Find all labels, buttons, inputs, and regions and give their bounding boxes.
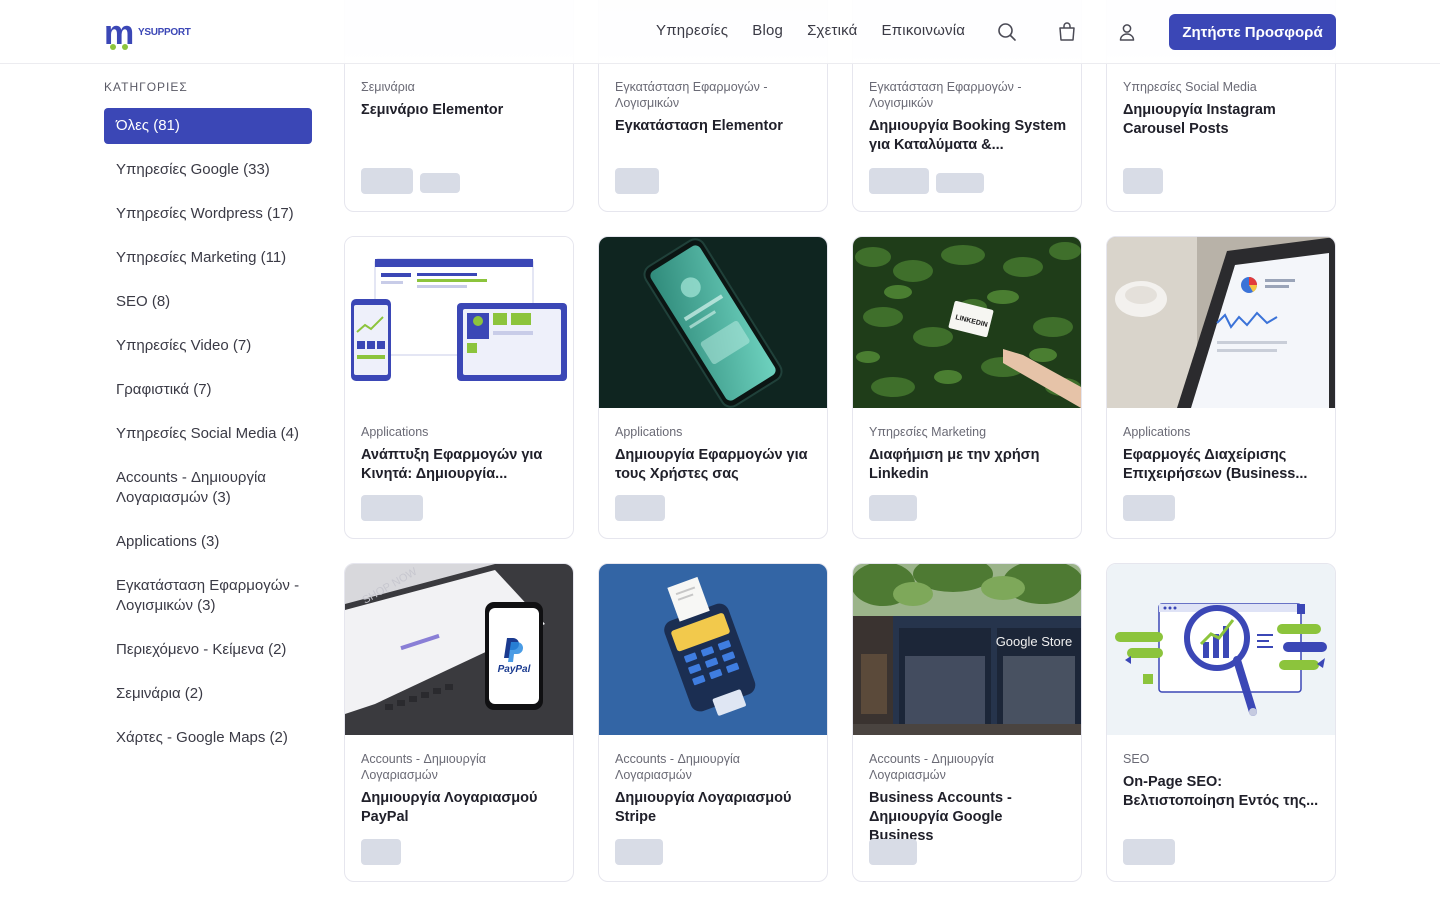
product-title[interactable]: Business Accounts - Δημιουργία Google Bu… (869, 789, 1069, 846)
nav-item-blog[interactable]: Blog (752, 22, 783, 39)
product-card[interactable]: Applications Ανάπτυξη Εφαρμογών για Κινη… (344, 236, 574, 539)
logo-text: YSUPPORT (138, 27, 191, 38)
product-category: Εγκατάσταση Εφαρμογών - Λογισμικών (869, 80, 1022, 110)
category-item[interactable]: Υπηρεσίες Video (7) (104, 336, 312, 356)
category-item[interactable]: Υπηρεσίες Social Media (4) (104, 424, 312, 444)
search-icon[interactable] (995, 20, 1019, 44)
category-item[interactable]: Εγκατάσταση Εφαρμογών - Λογισμικών (3) (104, 576, 312, 616)
product-title[interactable]: Ανάπτυξη Εφαρμογών για Κινητά: Δημιουργί… (361, 446, 561, 484)
logo[interactable]: m YSUPPORT (104, 14, 191, 52)
price-placeholder (361, 839, 401, 865)
product-image: SHOP NOW PayPal (345, 564, 573, 735)
price-placeholder (615, 495, 665, 521)
nav-item-contact[interactable]: Επικοινωνία (882, 22, 966, 39)
category-sidebar: ΚΑΤΗΓΟΡΙΕΣ Όλες (81) Υπηρεσίες Google (3… (104, 80, 312, 748)
product-image (1107, 237, 1335, 408)
product-category: Accounts - Δημιουργία Λογαριασμών (361, 752, 486, 782)
price-placeholder (361, 495, 423, 521)
product-card[interactable]: SHOP NOW PayPal Accounts - Δημιουργία Λο… (344, 563, 574, 882)
price-placeholder (869, 495, 917, 521)
logo-mark: m (104, 14, 134, 52)
site-header: m YSUPPORT Υπηρεσίες Blog Σχετικά Επικοι… (0, 0, 1440, 64)
product-category: Υπηρεσίες Marketing (869, 425, 987, 439)
category-item[interactable]: Applications (3) (104, 532, 312, 552)
product-image: Google Store (853, 564, 1081, 735)
google-store-sign: Google Store (996, 634, 1073, 649)
category-item[interactable]: Υπηρεσίες Marketing (11) (104, 248, 312, 268)
product-title[interactable]: Δημιουργία Booking System για Καταλύματα… (869, 117, 1069, 155)
product-category: Accounts - Δημιουργία Λογαριασμών (615, 752, 740, 782)
product-category: Applications (615, 425, 683, 439)
product-card[interactable]: Google Store Accounts - Δημιουργία Λογαρ… (852, 563, 1082, 882)
nav-item-services[interactable]: Υπηρεσίες (656, 22, 728, 39)
product-image: LINKEDIN (853, 237, 1081, 408)
product-card[interactable]: LINKEDIN Υπηρεσίες Marketing Διαφήμιση μ… (852, 236, 1082, 539)
category-item[interactable]: Υπηρεσίες Google (33) (104, 160, 312, 180)
shopping-bag-icon[interactable] (1055, 20, 1079, 44)
category-item[interactable]: Γραφιστικά (7) (104, 380, 312, 400)
category-item[interactable]: SEO (8) (104, 292, 312, 312)
sidebar-title: ΚΑΤΗΓΟΡΙΕΣ (104, 80, 188, 94)
category-item[interactable]: Σεμινάρια (2) (104, 684, 312, 704)
product-image (345, 237, 573, 408)
product-image (1107, 564, 1335, 735)
product-category: Υπηρεσίες Social Media (1123, 80, 1257, 94)
product-title[interactable]: Δημιουργία Εφαρμογών για τους Χρήστες σα… (615, 446, 815, 484)
product-title[interactable]: Δημιουργία Λογαριασμού PayPal (361, 789, 561, 827)
product-image (599, 564, 827, 735)
product-title[interactable]: Εφαρμογές Διαχείρισης Επιχειρήσεων (Busi… (1123, 446, 1323, 484)
product-category: Applications (361, 425, 429, 439)
category-item-all[interactable]: Όλες (81) (104, 108, 312, 144)
price-placeholder (1123, 495, 1175, 521)
product-category: Σεμινάρια (361, 80, 415, 94)
price-placeholder (361, 168, 413, 194)
product-title[interactable]: Σεμινάριο Elementor (361, 101, 561, 120)
product-title[interactable]: On-Page SEO: Βελτιστοποίηση Εντός της... (1123, 773, 1323, 811)
price-placeholder (615, 168, 659, 194)
product-title[interactable]: Δημιουργία Λογαριασμού Stripe (615, 789, 815, 827)
product-category: Accounts - Δημιουργία Λογαριασμών (869, 752, 994, 782)
category-item[interactable]: Χάρτες - Google Maps (2) (104, 728, 312, 748)
category-item[interactable]: Υπηρεσίες Wordpress (17) (104, 204, 312, 224)
paypal-logo-text: PayPal (498, 664, 531, 675)
product-title[interactable]: Εγκατάσταση Elementor (615, 117, 815, 136)
price-placeholder (1123, 168, 1163, 194)
main-nav: Υπηρεσίες Blog Σχετικά Επικοινωνία (656, 22, 965, 39)
product-card[interactable]: SEO On-Page SEO: Βελτιστοποίηση Εντός τη… (1106, 563, 1336, 882)
price-placeholder (1123, 839, 1175, 865)
price-placeholder (869, 839, 917, 865)
product-category: Applications (1123, 425, 1191, 439)
price-placeholder (936, 173, 984, 193)
price-placeholder (615, 839, 663, 865)
category-item[interactable]: Accounts - Δημιουργία Λογαριασμών (3) (104, 468, 312, 508)
product-title[interactable]: Δημιουργία Instagram Carousel Posts (1123, 101, 1323, 139)
product-category: SEO (1123, 752, 1150, 766)
nav-item-about[interactable]: Σχετικά (807, 22, 857, 39)
product-card[interactable]: Applications Δημιουργία Εφαρμογών για το… (598, 236, 828, 539)
user-icon[interactable] (1115, 20, 1139, 44)
product-card[interactable]: Accounts - Δημιουργία Λογαριασμών Δημιου… (598, 563, 828, 882)
product-category: Εγκατάσταση Εφαρμογών - Λογισμικών (615, 80, 768, 110)
product-title[interactable]: Διαφήμιση με την χρήση Linkedin (869, 446, 1069, 484)
product-image (599, 237, 827, 408)
request-quote-button[interactable]: Ζητήστε Προσφορά (1169, 14, 1336, 50)
product-card[interactable]: Applications Εφαρμογές Διαχείρισης Επιχε… (1106, 236, 1336, 539)
category-item[interactable]: Περιεχόμενο - Κείμενα (2) (104, 640, 312, 660)
price-placeholder (869, 168, 929, 194)
price-placeholder (420, 173, 460, 193)
